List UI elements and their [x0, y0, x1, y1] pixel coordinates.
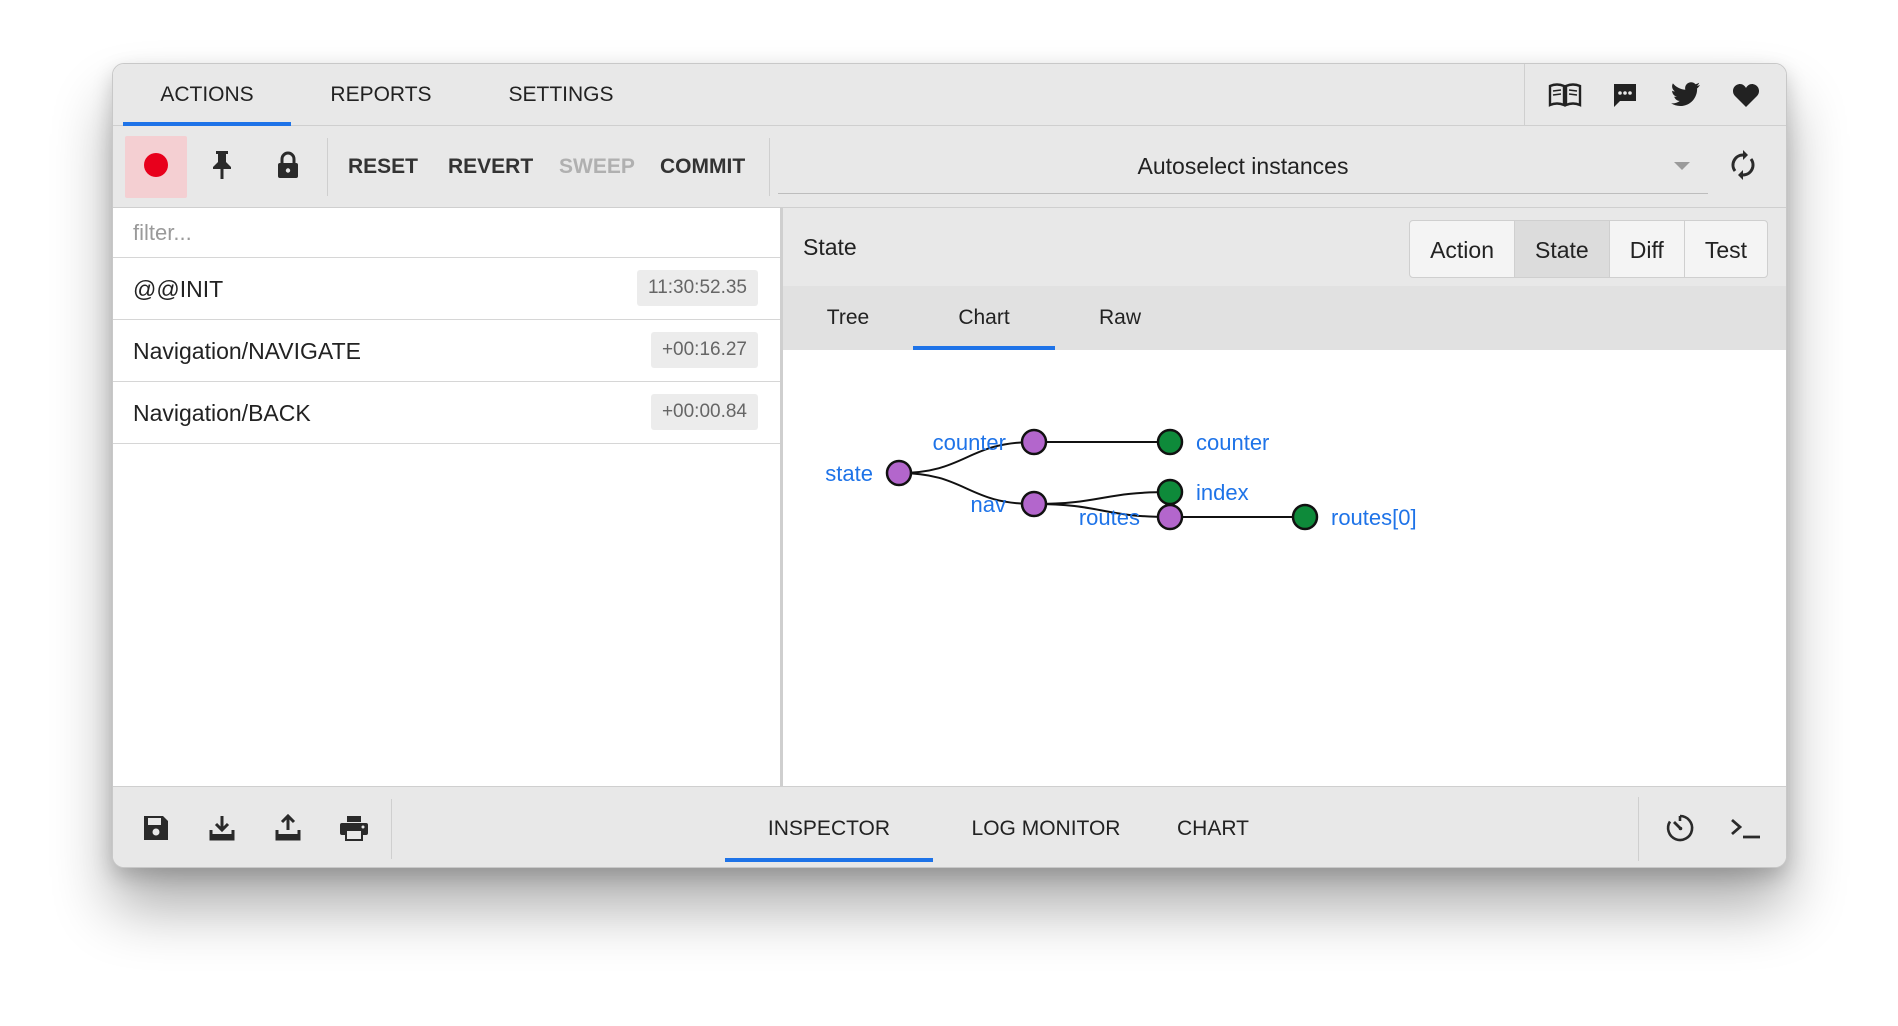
commit-button[interactable]: COMMIT: [660, 126, 745, 208]
tree-node-label: routes[0]: [1331, 505, 1417, 530]
tree-node-routes0[interactable]: [1291, 503, 1319, 531]
tree-node-label: counter: [1196, 430, 1269, 455]
inspector-subtabs: Tree Chart Raw: [783, 286, 1786, 350]
tab-inspector[interactable]: INSPECTOR: [725, 787, 933, 867]
reset-button[interactable]: RESET: [348, 126, 418, 208]
subtab-tree[interactable]: Tree: [783, 286, 913, 350]
export-icon[interactable]: [267, 807, 309, 849]
print-icon[interactable]: [333, 807, 375, 849]
subtab-chart[interactable]: Chart: [913, 286, 1055, 350]
action-item[interactable]: Navigation/NAVIGATE +00:16.27: [113, 320, 780, 382]
import-icon[interactable]: [201, 807, 243, 849]
tree-node-state[interactable]: [885, 459, 913, 487]
instances-select-value: Autoselect instances: [1137, 153, 1349, 179]
sweep-button[interactable]: SWEEP: [559, 126, 635, 208]
mode-diff-button[interactable]: Diff: [1608, 221, 1684, 277]
tab-settings[interactable]: SETTINGS: [471, 64, 651, 126]
record-icon: [141, 150, 171, 185]
sync-icon: [1728, 149, 1758, 185]
top-icon-group: [1524, 64, 1786, 126]
chevron-down-icon: [1674, 162, 1690, 170]
toolbar: RESET REVERT SWEEP COMMIT Autoselect ins…: [113, 126, 1786, 208]
action-name: Navigation/NAVIGATE: [133, 338, 361, 364]
action-list-panel: @@INIT 11:30:52.35 Navigation/NAVIGATE +…: [113, 208, 783, 786]
action-item[interactable]: @@INIT 11:30:52.35: [113, 258, 780, 320]
action-timestamp: +00:00.84: [650, 394, 758, 430]
tree-node-label: state: [825, 461, 873, 486]
slider-timer-icon[interactable]: [1659, 807, 1701, 849]
inspector-mode-switch: Action State Diff Test: [1409, 220, 1768, 278]
action-name: Navigation/BACK: [133, 400, 311, 426]
action-timestamp: 11:30:52.35: [637, 270, 758, 306]
bottom-bar: INSPECTOR LOG MONITOR CHART: [113, 786, 1786, 867]
record-button[interactable]: [125, 136, 187, 198]
tree-edge: [898, 472, 1035, 505]
toolbar-divider: [327, 138, 328, 196]
action-timestamp: +00:16.27: [650, 332, 758, 368]
action-item[interactable]: Navigation/BACK +00:00.84: [113, 382, 780, 444]
mode-state-button[interactable]: State: [1514, 221, 1609, 277]
pin-icon: [210, 149, 234, 186]
twitter-icon[interactable]: [1669, 78, 1703, 112]
state-inspector-panel: State Action State Diff Test Tree Chart …: [783, 208, 1786, 786]
bottom-divider: [391, 799, 392, 859]
devtools-window: ACTIONS REPORTS SETTINGS RESET REVERT SW…: [112, 63, 1787, 868]
sync-button[interactable]: [1717, 136, 1769, 198]
tree-node-routes[interactable]: [1156, 503, 1184, 531]
instances-select[interactable]: Autoselect instances: [778, 138, 1708, 194]
tree-node-counter-leaf[interactable]: [1156, 428, 1184, 456]
terminal-icon[interactable]: [1725, 807, 1767, 849]
tree-node-label: counter: [933, 430, 1006, 455]
tree-node-label: index: [1196, 480, 1249, 505]
chat-icon[interactable]: [1608, 78, 1642, 112]
tree-node-label: routes: [1079, 505, 1140, 530]
tab-actions[interactable]: ACTIONS: [123, 64, 291, 126]
mode-action-button[interactable]: Action: [1410, 221, 1514, 277]
mode-test-button[interactable]: Test: [1683, 221, 1767, 277]
toolbar-divider: [769, 138, 770, 196]
tree-node-index[interactable]: [1156, 478, 1184, 506]
subtab-raw[interactable]: Raw: [1055, 286, 1185, 350]
top-tab-bar: ACTIONS REPORTS SETTINGS: [113, 64, 1786, 126]
state-tree-chart: state counter nav counter index routes routes[…: [783, 350, 1786, 786]
revert-button[interactable]: REVERT: [448, 126, 533, 208]
tree-node-label: nav: [971, 492, 1006, 517]
lock-button[interactable]: [257, 136, 319, 198]
filter-box: [113, 208, 780, 258]
tab-log-monitor[interactable]: LOG MONITOR: [956, 787, 1136, 867]
tree-node-counter-parent[interactable]: [1020, 428, 1048, 456]
save-icon[interactable]: [135, 807, 177, 849]
filter-input[interactable]: [113, 208, 780, 258]
inspector-header: State Action State Diff Test: [783, 208, 1786, 286]
heart-icon[interactable]: [1729, 78, 1763, 112]
lock-icon: [276, 150, 300, 185]
state-tree-svg: state counter nav counter index routes routes[…: [825, 428, 1417, 531]
tab-reports[interactable]: REPORTS: [291, 64, 471, 126]
action-name: @@INIT: [133, 276, 224, 302]
tab-chart[interactable]: CHART: [1151, 787, 1275, 867]
book-icon[interactable]: [1548, 78, 1582, 112]
tree-edge: [1033, 491, 1171, 505]
screenshot-stage: ACTIONS REPORTS SETTINGS RESET REVERT SW…: [0, 0, 1898, 1026]
bottom-divider: [1638, 797, 1639, 861]
pin-button[interactable]: [191, 136, 253, 198]
inspector-title: State: [803, 234, 857, 260]
tree-node-nav[interactable]: [1020, 490, 1048, 518]
